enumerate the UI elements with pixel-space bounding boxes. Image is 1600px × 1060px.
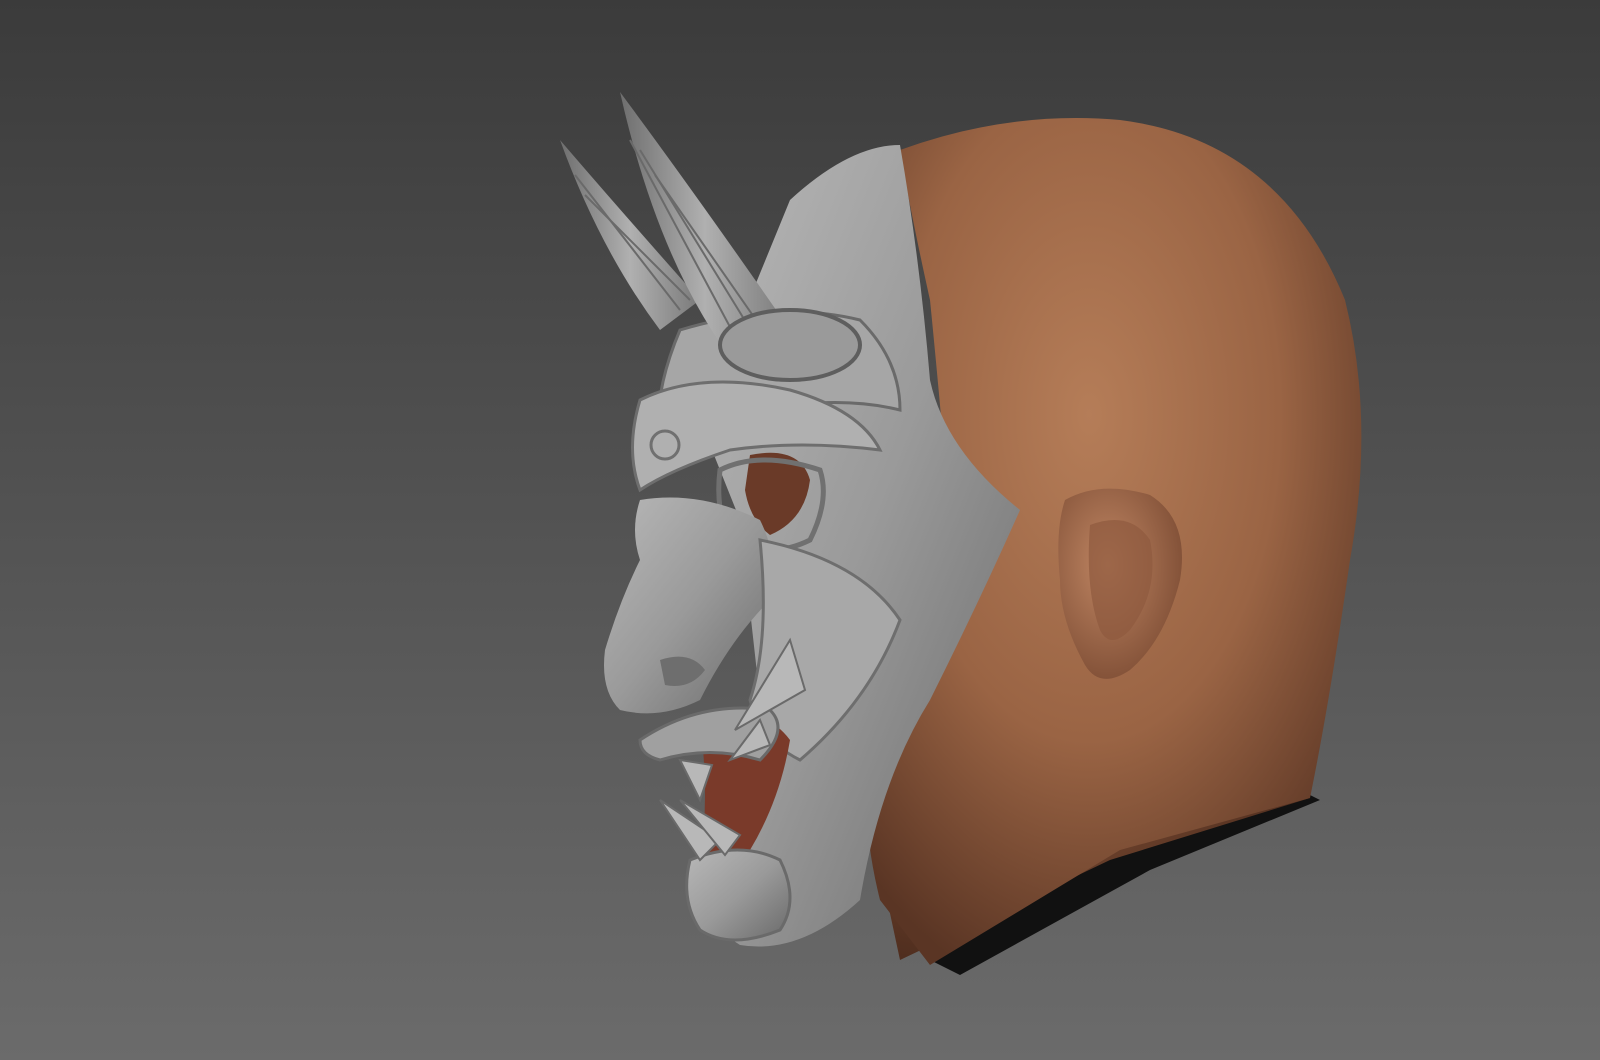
sculpt-render[interactable]	[0, 0, 1600, 1060]
horn-base	[718, 308, 862, 382]
3d-viewport[interactable]	[0, 0, 1600, 1060]
mask-jaw	[685, 848, 792, 942]
